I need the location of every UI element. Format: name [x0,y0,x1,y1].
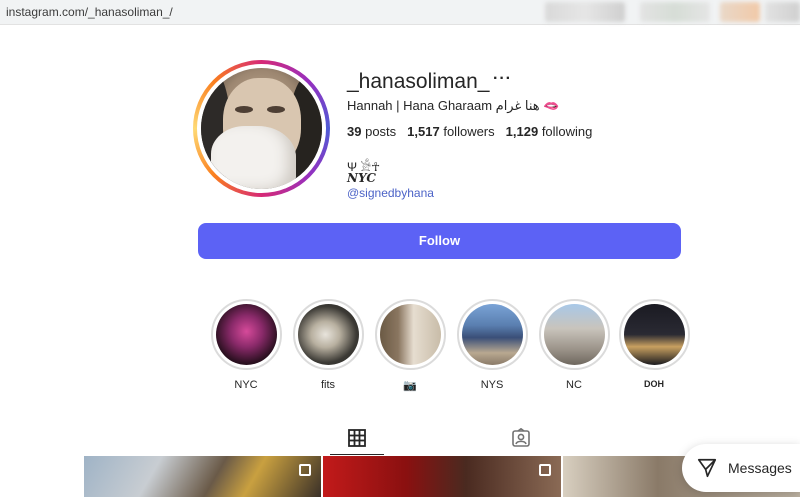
highlight-cover [461,304,523,365]
story-highlight-doh[interactable]: DOH [617,299,691,389]
messages-label: Messages [728,460,792,476]
highlight-cover [215,304,277,365]
story-highlight-camera[interactable]: 📷 [373,299,447,392]
highlight-cover [623,304,685,365]
story-highlight-nys[interactable]: NYS [455,299,529,391]
highlight-cover [297,304,359,365]
highlight-label: NYC [234,379,258,391]
story-highlight-nyc[interactable]: NYC [209,299,283,391]
url-text[interactable]: instagram.com/_hanasoliman_/ [6,5,173,19]
followers-count[interactable]: 1,517 followers [407,124,494,139]
post-tile[interactable] [323,456,561,497]
avatar[interactable] [201,68,322,189]
post-tile[interactable] [84,456,322,497]
profile-stats: 39 posts 1,517 followers 1,129 following [347,124,592,139]
following-count[interactable]: 1,129 following [506,124,593,139]
profile-username: _hanasoliman_ [347,70,490,93]
profile-link[interactable]: @signedbyhana [347,186,434,200]
blurred-toolbar-area [640,2,710,22]
highlight-label: NC [566,379,582,391]
more-options-icon[interactable]: ··· [493,70,512,88]
highlight-label: fits [320,379,336,391]
highlight-label: NYS [480,379,504,391]
blurred-toolbar-area [720,2,760,22]
messages-button[interactable]: Messages [682,444,800,492]
address-bar[interactable]: instagram.com/_hanasoliman_/ [0,0,800,25]
carousel-icon [299,464,312,476]
highlight-cover [379,304,441,365]
highlight-cover [543,304,605,365]
blurred-toolbar-area [545,2,625,22]
story-highlight-fits[interactable]: fits [291,299,365,391]
tagged-icon[interactable] [511,428,531,448]
posts-count: 39 posts [347,124,397,139]
grid-icon[interactable] [347,428,367,448]
highlight-label: DOH [644,379,664,389]
active-tab-indicator [330,454,384,455]
story-highlight-nc[interactable]: NC [537,299,611,391]
highlight-label: 📷 [403,380,417,392]
profile-bio-line: NYC [347,171,376,185]
profile-avatar-story-ring[interactable] [193,60,330,197]
follow-button[interactable]: Follow [198,223,681,259]
carousel-icon [538,464,551,476]
profile-full-name: Hannah | Hana Gharaam هنا غرام 🫦 [347,98,560,113]
blurred-toolbar-area [765,2,800,22]
send-icon [697,458,717,478]
